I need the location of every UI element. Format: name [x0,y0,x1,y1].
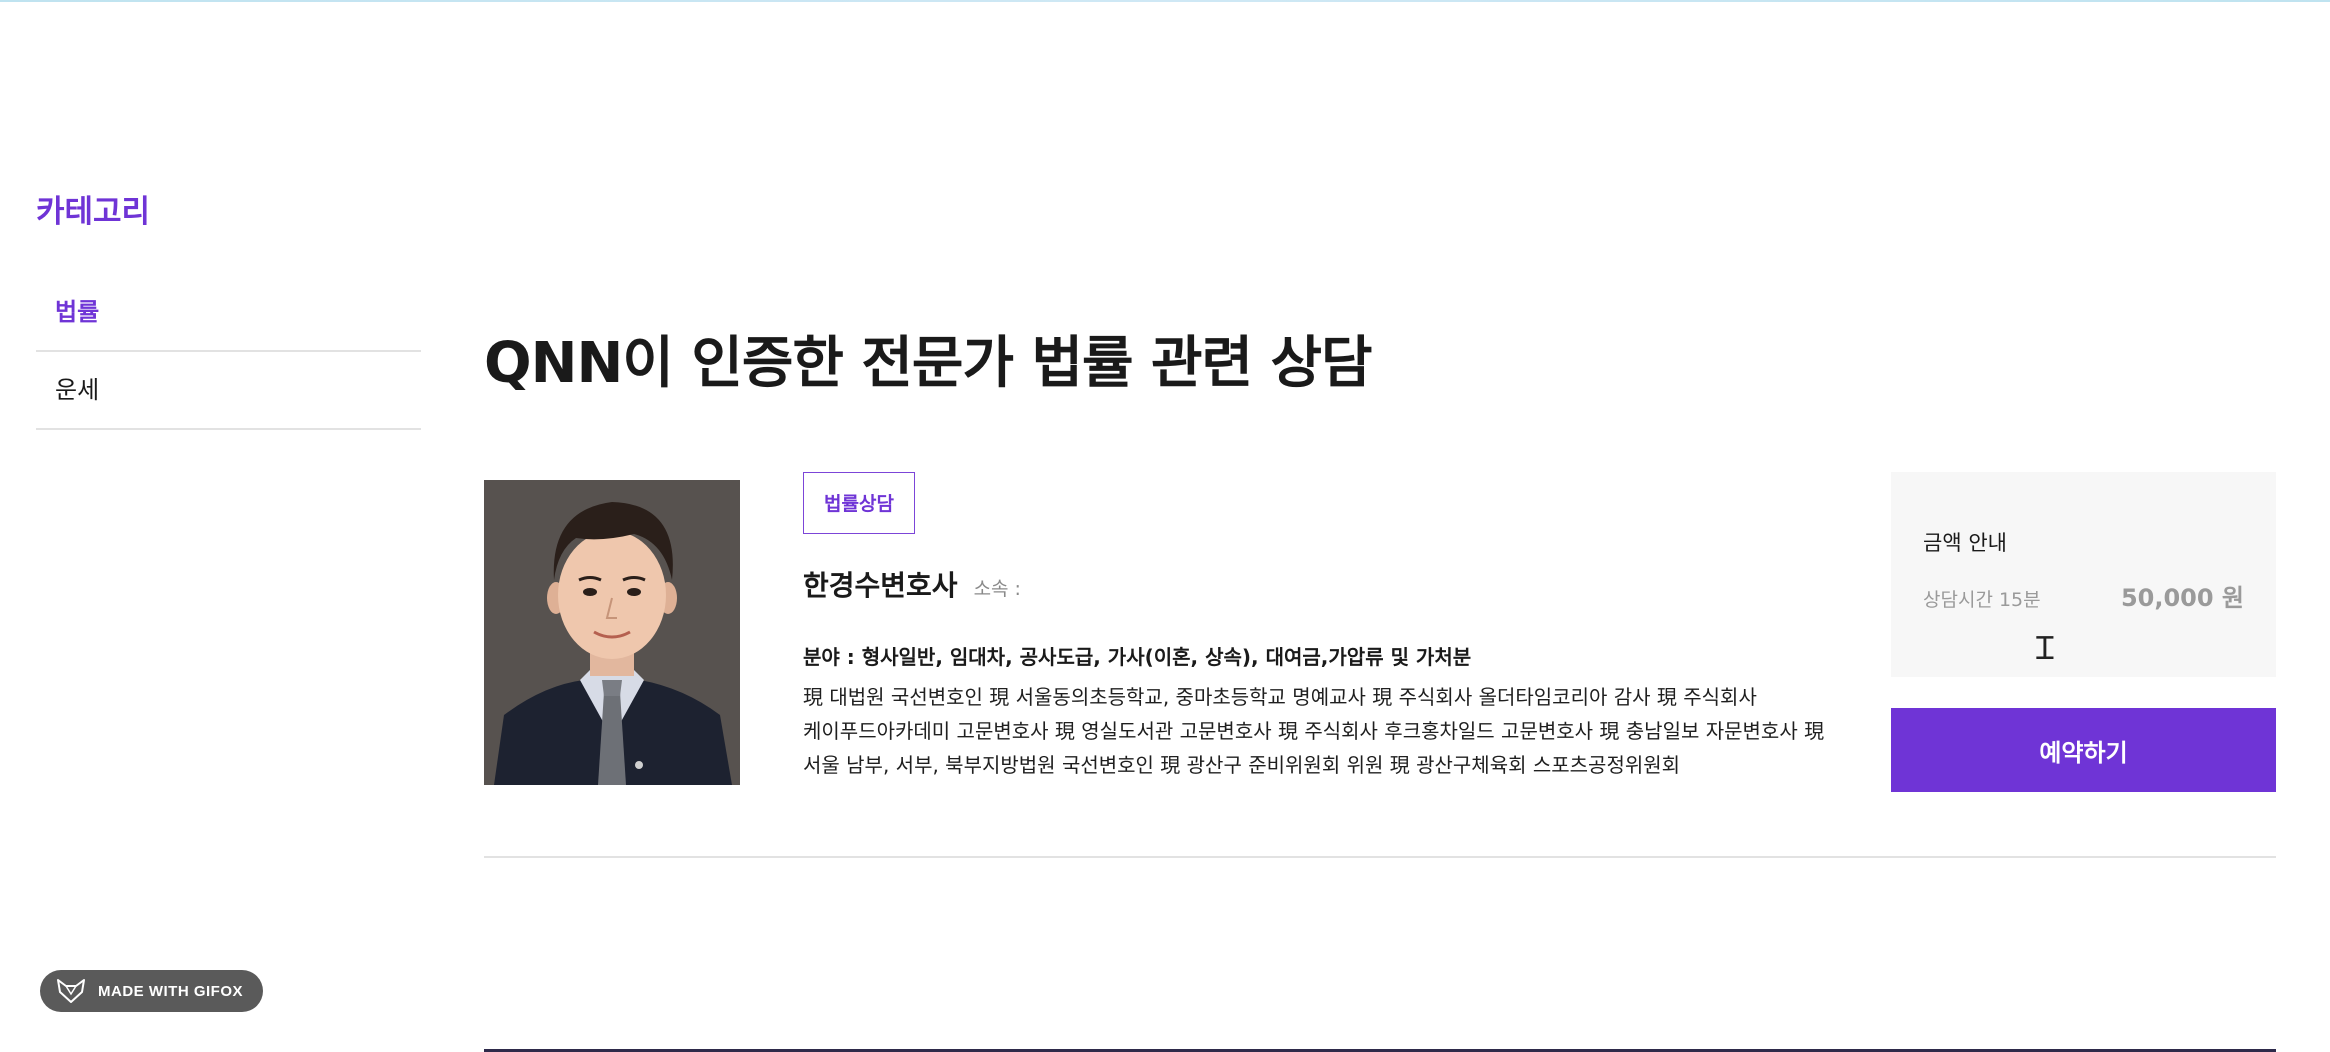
section-divider [484,856,2276,858]
price-row: 상담시간 15분 50,000 원 [1923,578,2244,613]
expert-photo[interactable] [484,480,740,785]
watermark-label: MADE WITH GIFOX [98,982,243,1000]
reserve-button[interactable]: 예약하기 [1891,708,2276,792]
consult-category-tag: 법률상담 [803,472,915,534]
consult-time-label: 상담시간 15분 [1923,589,2041,611]
sidebar-title: 카테고리 [36,194,151,230]
category-sidebar: 카테고리 법률 운세 [36,190,421,430]
expert-info: 법률상담 한경수변호사 소속 : 분야 : 형사일반, 임대차, 공사도급, 가… [803,472,1835,790]
expert-description: 現 대법원 국선변호인 現 서울동의초등학교, 중마초등학교 명예교사 現 주식… [803,685,1825,777]
expert-affiliation: 소속 : [973,578,1021,600]
sidebar-item-label: 법률 [55,298,100,326]
price-info-box: 금액 안내 상담시간 15분 50,000 원 [1891,472,2276,677]
gifox-watermark: MADE WITH GIFOX [40,970,263,1012]
sidebar-item-fortune[interactable]: 운세 [36,352,421,430]
fox-icon [57,979,85,1003]
price-amount: 50,000 원 [2120,584,2244,612]
text-cursor-icon: Ɪ [2036,629,2054,667]
sidebar-item-label: 운세 [55,376,100,404]
page-title: QNN이 인증한 전문가 법률 관련 상담 [484,331,1373,396]
sidebar-item-law[interactable]: 법률 [36,274,421,352]
expert-field: 분야 : 형사일반, 임대차, 공사도급, 가사(이혼, 상속), 대여금,가압… [803,645,1472,669]
expert-name[interactable]: 한경수변호사 [803,564,958,604]
top-accent-line [0,0,2330,2]
expert-name-row: 한경수변호사 소속 : [803,564,1835,610]
lawyer-portrait-image [484,480,740,785]
price-title: 금액 안내 [1923,531,2007,555]
